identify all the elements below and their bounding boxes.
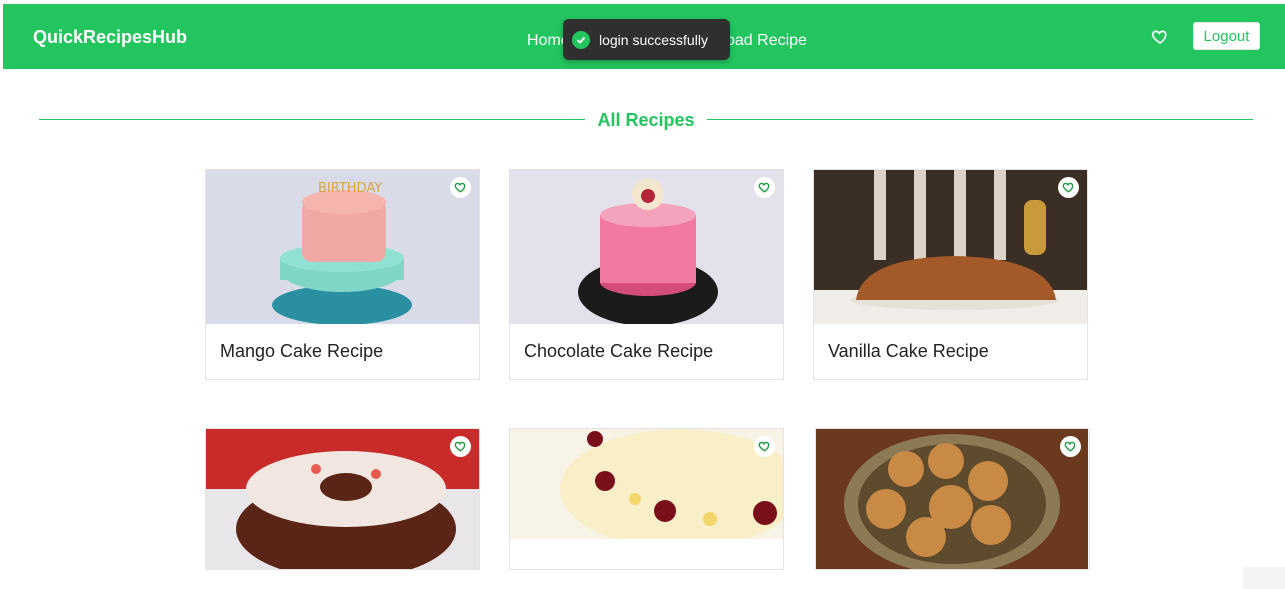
recipe-card[interactable]: BIRTHDAY Mango Cake Recipe <box>205 169 480 380</box>
recipe-image[interactable] <box>816 429 1089 569</box>
favorite-heart-icon[interactable] <box>450 436 471 457</box>
recipe-card[interactable]: Chocolate Cake Recipe <box>509 169 784 380</box>
recipe-title[interactable]: Chocolate Cake Recipe <box>510 324 783 379</box>
scroll-to-top-button[interactable] <box>1243 567 1285 589</box>
recipe-image[interactable]: BIRTHDAY <box>206 170 479 324</box>
toast-message: login successfully <box>599 31 708 48</box>
brand-logo[interactable]: QuickRecipesHub <box>33 27 187 48</box>
favorite-heart-icon[interactable] <box>754 177 775 198</box>
toast-notification: login successfully <box>563 19 730 60</box>
recipe-image[interactable] <box>206 429 479 569</box>
recipe-title[interactable]: Vanilla Cake Recipe <box>814 324 1087 379</box>
recipe-card[interactable]: Vanilla Cake Recipe <box>813 169 1088 380</box>
section-title: All Recipes <box>597 110 695 130</box>
divider-right <box>707 119 1253 120</box>
svg-text:BIRTHDAY: BIRTHDAY <box>318 181 382 196</box>
recipe-image[interactable] <box>814 170 1087 324</box>
divider-left <box>39 119 585 120</box>
recipe-image[interactable] <box>510 170 783 324</box>
favorite-heart-icon[interactable] <box>1058 177 1079 198</box>
favorite-heart-icon[interactable] <box>1060 436 1081 457</box>
favorite-heart-icon[interactable] <box>754 436 775 457</box>
check-circle-icon <box>572 30 590 49</box>
recipe-card[interactable] <box>509 428 784 570</box>
recipe-card[interactable] <box>815 428 1090 570</box>
recipe-title[interactable]: Mango Cake Recipe <box>206 324 479 379</box>
favorites-heart-icon[interactable] <box>1151 28 1169 46</box>
logout-button[interactable]: Logout <box>1193 22 1260 50</box>
recipe-card[interactable] <box>205 428 480 570</box>
favorite-heart-icon[interactable] <box>450 177 471 198</box>
recipe-image[interactable] <box>510 429 783 569</box>
section-header: All Recipes <box>0 108 1285 132</box>
